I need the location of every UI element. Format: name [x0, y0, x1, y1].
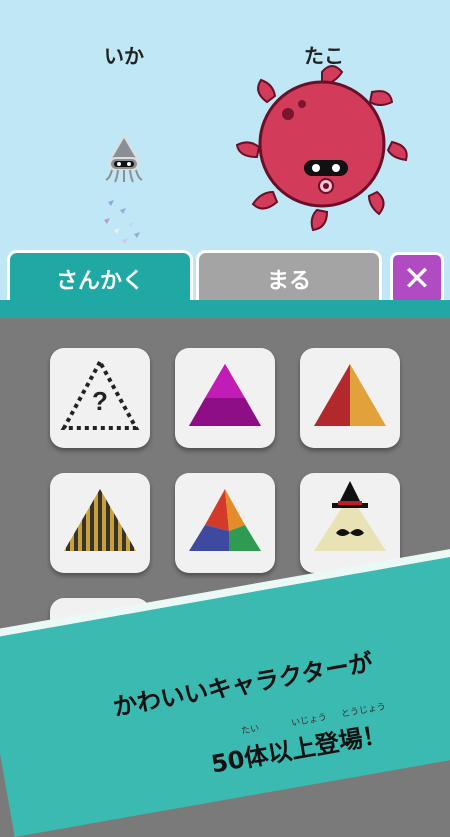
- squid-icon: [104, 134, 143, 244]
- item-card-striped[interactable]: [50, 473, 150, 573]
- item-card-unknown[interactable]: ?: [50, 348, 150, 448]
- close-icon: ✕: [402, 259, 432, 299]
- tab-sankaku[interactable]: さんかく: [7, 250, 193, 305]
- item-card-tricolor[interactable]: [175, 473, 275, 573]
- purple-triangle-icon: [189, 364, 261, 426]
- item-card-hat-mustache[interactable]: [300, 473, 400, 573]
- tricolor-triangle-icon: [189, 489, 261, 551]
- left-character-name: いか: [104, 44, 144, 68]
- tab-maru-label: まる: [266, 269, 311, 294]
- striped-triangle-icon: [64, 489, 136, 551]
- unknown-mark: ?: [92, 386, 108, 416]
- tab-underline-bar: [0, 300, 450, 318]
- red-orange-triangle-icon: [314, 364, 386, 426]
- close-button[interactable]: ✕: [390, 252, 444, 306]
- tab-sankaku-label: さんかく: [55, 269, 144, 294]
- item-card-purple[interactable]: [175, 348, 275, 448]
- octopus-icon: [235, 65, 408, 232]
- tab-maru[interactable]: まる: [196, 250, 382, 305]
- unknown-triangle-icon: ?: [60, 357, 140, 430]
- item-card-red-orange[interactable]: [300, 348, 400, 448]
- hat-mustache-triangle-icon: [314, 481, 386, 551]
